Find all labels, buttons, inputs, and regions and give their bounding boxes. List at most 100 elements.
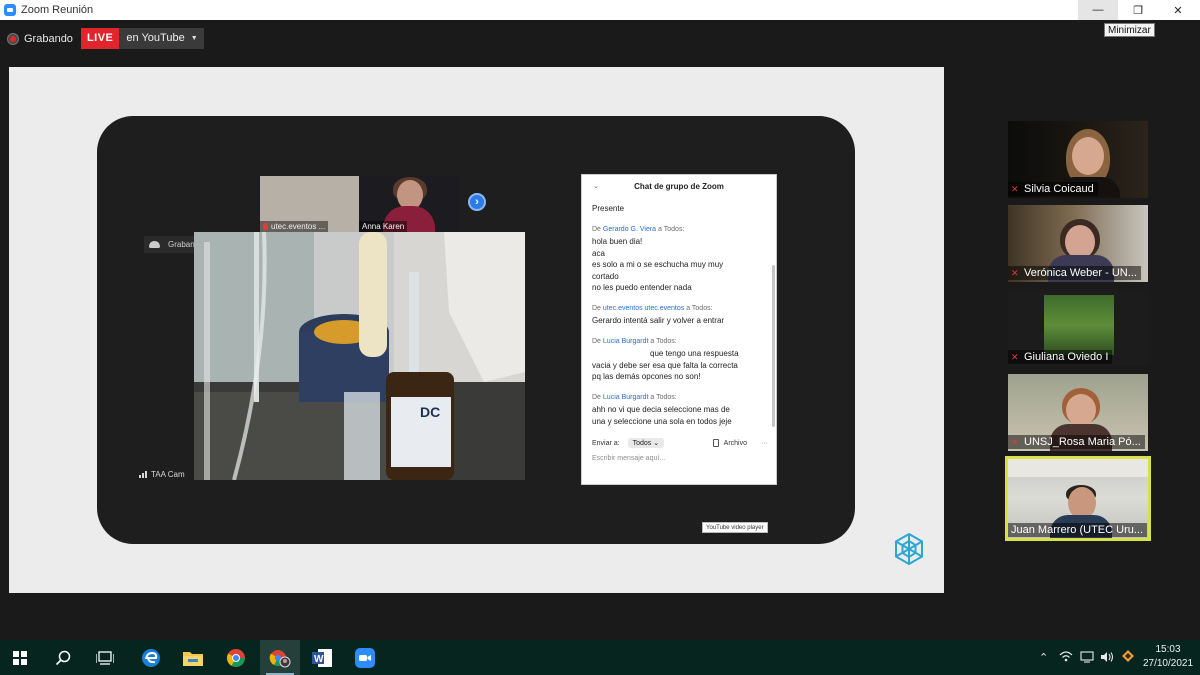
- chat-scrollbar[interactable]: [772, 265, 775, 427]
- task-view-button[interactable]: [85, 640, 125, 675]
- minimize-button[interactable]: —: [1078, 0, 1118, 20]
- participant-thumbnail[interactable]: utec.eventos ...: [260, 176, 359, 232]
- system-clock[interactable]: 15:03 27/10/2021: [1140, 643, 1196, 671]
- chat-message-text: es solo a mi o se eschucha muy muy: [592, 260, 724, 269]
- participant-thumbnail-strip: utec.eventos ... Anna Karen: [260, 176, 458, 232]
- volume-icon[interactable]: [1100, 651, 1114, 663]
- chat-message-text: hola buen dia!: [592, 237, 643, 246]
- chat-message-text: vacia y debe ser esa que falta la correc…: [592, 360, 738, 370]
- minimize-tooltip: Minimizar: [1104, 23, 1155, 37]
- chrome-profile-app[interactable]: [260, 640, 300, 675]
- zoom-meeting-window: Zoom Reunión — ❐ ✕ Minimizar Grabando LI…: [0, 0, 1200, 675]
- file-icon: [712, 439, 719, 447]
- participant-video-tile[interactable]: ✕ Verónica Weber - UN...: [1008, 205, 1148, 282]
- chat-message-text: cortado: [592, 271, 619, 281]
- more-options-icon[interactable]: ···: [761, 440, 768, 447]
- windows-taskbar: W: [0, 640, 1200, 675]
- search-icon: [55, 650, 71, 665]
- chat-messages: Presente De Gerardo G. Viera a Todos: ho…: [592, 203, 762, 436]
- shared-dark-panel: utec.eventos ... Anna Karen › Grabando..…: [97, 116, 855, 544]
- sender-name[interactable]: Lucia Burgardt: [603, 338, 649, 345]
- sender-prefix: De: [592, 304, 601, 312]
- mic-muted-icon: [263, 223, 268, 230]
- word-icon: W: [312, 648, 332, 667]
- network-icon[interactable]: [1059, 650, 1073, 662]
- tray-overflow-caret-icon[interactable]: ⌃: [1039, 651, 1048, 664]
- chat-message: De Lucia Burgardt a Todos: que tengo una…: [592, 336, 762, 383]
- app-tray-icon[interactable]: [1121, 649, 1135, 663]
- send-to-value: Todos: [632, 440, 652, 447]
- utec-logo-icon: [895, 532, 923, 566]
- sender-target: a Todos:: [650, 393, 677, 401]
- lab-camera-video: DC: [194, 232, 525, 480]
- chat-title: Chat de grupo de Zoom: [634, 182, 724, 191]
- zoom-app[interactable]: [345, 640, 385, 675]
- chat-message-text: Gerardo intentá salir y volver a entrar: [592, 316, 725, 325]
- cloud-icon: [149, 241, 160, 248]
- file-label: Archivo: [723, 439, 747, 447]
- chat-input[interactable]: Escribir mensaje aquí...: [592, 455, 665, 462]
- youtube-player-tooltip: YouTube video player: [702, 522, 768, 533]
- file-button[interactable]: Archivo: [712, 439, 747, 447]
- close-button[interactable]: ✕: [1158, 0, 1198, 20]
- mic-muted-icon: ✕: [1011, 437, 1019, 447]
- participant-video-tile[interactable]: ✕ UNSJ_Rosa Maria Pó...: [1008, 374, 1148, 451]
- recording-dot-icon[interactable]: [8, 33, 18, 44]
- participant-video-tile[interactable]: ✕ Silvia Coicaud: [1008, 121, 1148, 198]
- zoom-icon: [355, 647, 375, 668]
- restore-button[interactable]: ❐: [1118, 0, 1158, 20]
- sender-target: a Todos:: [650, 337, 677, 345]
- chat-message: De utec.eventos utec.eventos a Todos: Ge…: [592, 303, 762, 327]
- sender-prefix: De: [592, 337, 601, 345]
- signal-bars-icon: [139, 471, 148, 478]
- chat-message-text: que tengo una respuesta: [650, 349, 739, 358]
- chat-message: De Lucia Burgardt a Todos: ahh no vi que…: [592, 392, 762, 428]
- edge-icon: [142, 648, 160, 667]
- sender-prefix: De: [592, 225, 601, 233]
- chrome-icon: [226, 648, 245, 667]
- participant-name: Silvia Coicaud: [1024, 183, 1094, 195]
- word-app[interactable]: W: [302, 640, 342, 675]
- chat-message-text: una y seleccione una sola en todos jeje: [592, 416, 732, 426]
- edge-app[interactable]: [131, 640, 171, 675]
- participant-name: utec.eventos ...: [271, 222, 326, 231]
- window-title: Zoom Reunión: [21, 4, 94, 16]
- chat-message-text: aca: [592, 248, 605, 258]
- chat-message-text: no les puedo entender nada: [592, 283, 692, 292]
- chat-footer: Enviar a: Todos ⌄ Archivo ···: [592, 437, 768, 449]
- live-badge: LIVE: [80, 28, 120, 49]
- participant-video-tile-active-speaker[interactable]: Juan Marrero (UTEC Uru...: [1005, 456, 1151, 541]
- svg-text:W: W: [314, 654, 324, 665]
- clock-date: 27/10/2021: [1142, 658, 1194, 669]
- lab-scene-image: DC: [194, 232, 525, 480]
- file-explorer-app[interactable]: [173, 640, 213, 675]
- windows-logo-icon: [13, 650, 27, 665]
- send-to-label: Enviar a:: [592, 439, 620, 447]
- dropdown-caret-icon: ▼: [190, 35, 198, 42]
- recording-label: Grabando: [24, 32, 73, 45]
- window-titlebar: Zoom Reunión: [0, 0, 1200, 20]
- chrome-profile-icon: [269, 649, 291, 667]
- folder-icon: [183, 651, 203, 666]
- participant-thumbnail[interactable]: Anna Karen: [359, 176, 458, 232]
- send-to-dropdown[interactable]: Todos ⌄: [627, 438, 665, 448]
- chat-message: De Gerardo G. Viera a Todos: hola buen d…: [592, 224, 762, 294]
- live-destination-dropdown[interactable]: en YouTube ▼: [119, 28, 204, 49]
- sender-name[interactable]: Gerardo G. Viera: [603, 226, 656, 233]
- participant-video-tile[interactable]: ✕ Giuliana Oviedo I: [1008, 289, 1148, 366]
- participant-name: Verónica Weber - UN...: [1024, 267, 1137, 279]
- sender-name[interactable]: Lucia Burgardt: [603, 394, 649, 401]
- task-view-icon: [96, 650, 114, 665]
- participant-name: Anna Karen: [362, 222, 405, 231]
- live-destination-label: en YouTube: [126, 32, 185, 44]
- shared-screen: utec.eventos ... Anna Karen › Grabando..…: [9, 67, 944, 593]
- windows-start-button[interactable]: [0, 640, 40, 675]
- sender-name[interactable]: utec.eventos utec.eventos: [603, 305, 684, 312]
- chat-collapse-icon[interactable]: ⌄: [593, 175, 599, 199]
- camera-name: TAA Cam: [151, 470, 185, 479]
- next-page-arrow-icon[interactable]: ›: [468, 193, 486, 211]
- chrome-app[interactable]: [216, 640, 256, 675]
- recording-bar: Grabando LIVE en YouTube ▼: [8, 28, 204, 49]
- network-activity-icon[interactable]: [1080, 651, 1094, 663]
- search-button[interactable]: [43, 640, 83, 675]
